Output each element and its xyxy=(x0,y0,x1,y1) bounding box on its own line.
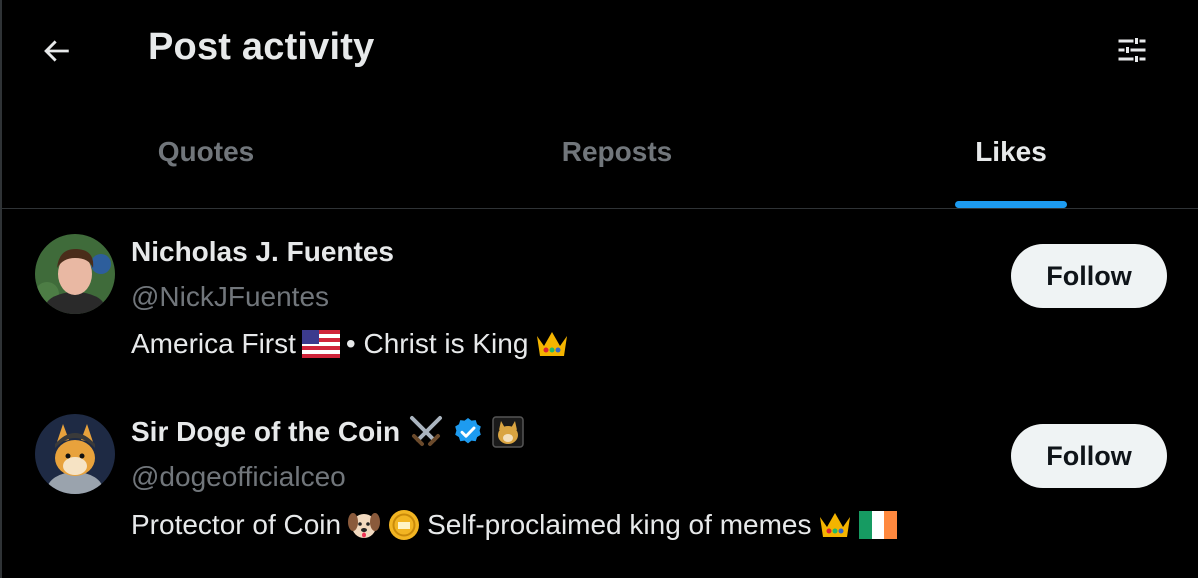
tab-label: Likes xyxy=(975,136,1047,167)
arrow-left-icon xyxy=(44,40,69,62)
coin-icon xyxy=(387,508,421,542)
user-cell[interactable]: Nicholas J. Fuentes @NickJFuentes Americ… xyxy=(2,210,1198,390)
back-button[interactable] xyxy=(30,25,82,77)
page-header: Post activity xyxy=(0,0,1198,100)
ireland-flag-icon xyxy=(859,511,898,539)
activity-tabs: Quotes Reposts Likes xyxy=(2,100,1198,209)
user-bio: America First • Christ is King xyxy=(131,328,570,360)
user-name[interactable]: Nicholas J. Fuentes xyxy=(131,236,394,268)
us-flag-icon xyxy=(301,330,340,358)
verified-badge-icon[interactable] xyxy=(452,416,484,448)
user-handle[interactable]: @NickJFuentes xyxy=(131,281,329,313)
avatar[interactable] xyxy=(35,234,115,314)
avatar[interactable] xyxy=(35,414,115,494)
user-cell[interactable]: Sir Doge of the Coin @dogeofficialceo Pr… xyxy=(2,390,1198,578)
tab-label: Reposts xyxy=(561,136,673,167)
crown-icon xyxy=(534,328,570,360)
doge-badge-icon[interactable] xyxy=(492,416,524,448)
user-bio: Protector of Coin Self-proclaimed king o… xyxy=(131,508,898,542)
filter-settings-button[interactable] xyxy=(1106,24,1158,76)
active-tab-indicator xyxy=(955,201,1067,208)
sliders-icon xyxy=(1118,38,1146,62)
bio-text: • Christ is King xyxy=(345,328,529,359)
bio-text: Protector of Coin xyxy=(131,509,342,540)
user-name[interactable]: Sir Doge of the Coin xyxy=(131,416,400,448)
crown-icon xyxy=(817,509,853,541)
dog-face-icon xyxy=(347,508,381,542)
user-handle[interactable]: @dogeofficialceo xyxy=(131,461,346,493)
follow-button[interactable]: Follow xyxy=(1011,244,1167,308)
tab-label: Quotes xyxy=(157,136,255,167)
tab-reposts[interactable]: Reposts xyxy=(410,100,824,208)
bio-text: America First xyxy=(131,328,296,359)
crossed-swords-icon xyxy=(408,414,444,450)
tab-quotes[interactable]: Quotes xyxy=(2,100,410,208)
bio-text: Self-proclaimed king of memes xyxy=(427,509,812,540)
page-title: Post activity xyxy=(148,26,375,68)
follow-button[interactable]: Follow xyxy=(1011,424,1167,488)
tab-likes[interactable]: Likes xyxy=(824,100,1198,208)
